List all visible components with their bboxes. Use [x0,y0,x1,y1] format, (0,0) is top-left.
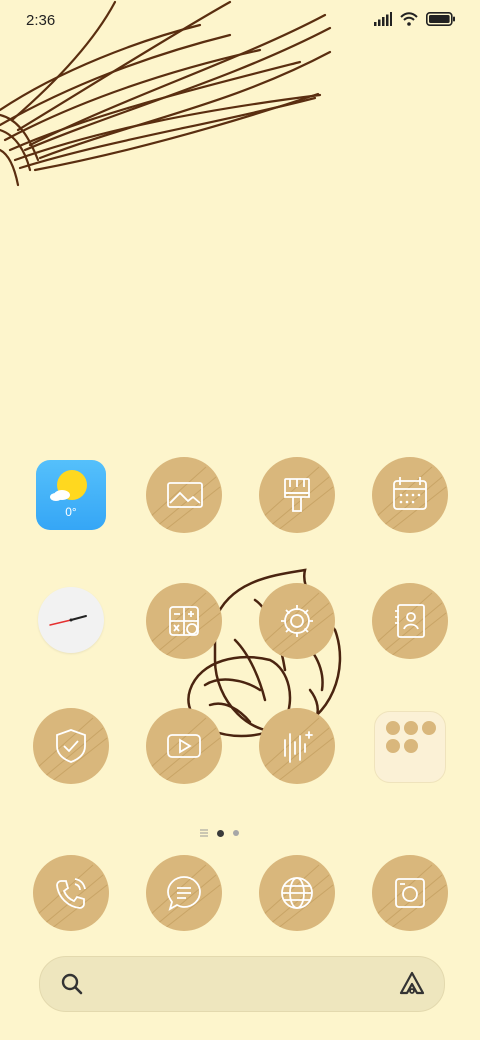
messages-app[interactable] [146,855,222,931]
contacts-icon [395,604,425,638]
video-app[interactable] [146,708,222,784]
folder-app-icon [422,721,436,735]
battery-icon [426,12,455,26]
themes-app[interactable] [259,457,335,533]
clock-hands-icon [49,615,87,626]
calculator-app[interactable] [146,583,222,659]
gallery-icon [167,482,203,508]
browser-app[interactable] [259,855,335,931]
soundwave-icon [284,731,313,763]
folder-app-icon [386,721,400,735]
weather-temperature: 0° [65,505,77,519]
weather-widget[interactable]: 0° [36,460,106,530]
wifi-icon [400,12,418,26]
signal-icon [374,12,392,26]
status-time: 2:36 [26,12,56,29]
security-app[interactable] [33,708,109,784]
partly-cloudy-icon [50,470,87,501]
page-dot-active [217,829,224,837]
brush-icon [284,478,310,512]
folder-app-icon [404,739,418,753]
search-icon [61,973,83,995]
status-bar: 2:36 [0,0,480,44]
folder-app-icon [404,721,418,735]
page-dot [233,830,239,836]
app-folder[interactable] [374,711,446,783]
folder-app-icon [386,739,400,753]
assistant-icon[interactable] [398,970,426,998]
gear-icon [281,605,313,637]
calendar-icon [393,477,427,510]
list-icon [200,829,208,837]
gallery-app[interactable] [146,457,222,533]
calculator-icon [169,606,199,636]
phone-app[interactable] [33,855,109,931]
recorder-app[interactable] [259,708,335,784]
calendar-app[interactable] [372,457,448,533]
chat-bubble-icon [167,876,201,911]
play-icon [167,734,201,758]
globe-icon [281,877,313,909]
camera-app[interactable] [372,855,448,931]
phone-icon [56,878,86,909]
settings-app[interactable] [259,583,335,659]
clock-widget[interactable] [38,587,104,653]
camera-icon [395,878,425,908]
status-icons [374,12,456,26]
search-bar[interactable] [39,956,445,1012]
contacts-app[interactable] [372,583,448,659]
page-indicator[interactable] [200,829,239,837]
shield-icon [56,729,86,763]
